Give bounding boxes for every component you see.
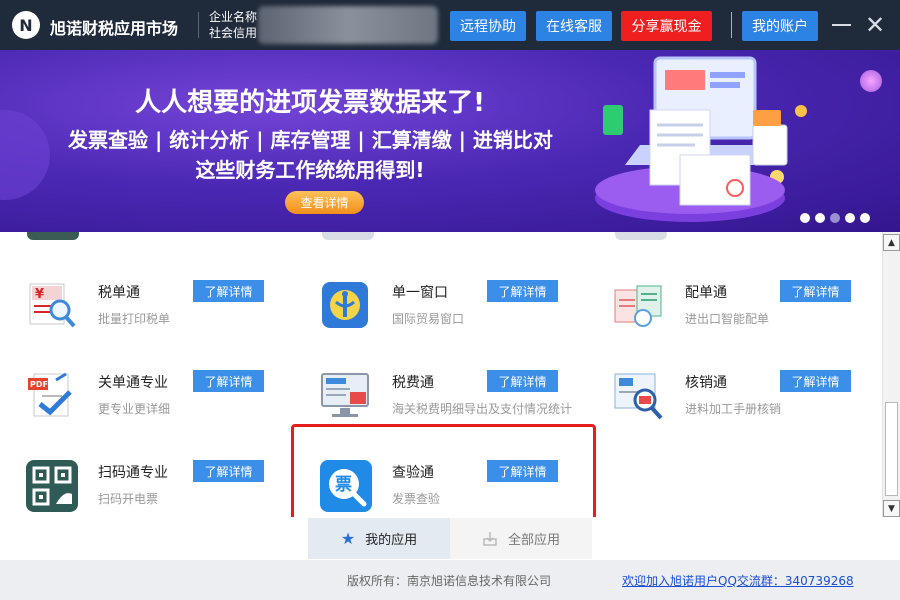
- app-name: 税单通: [98, 285, 140, 301]
- qq-group-link[interactable]: 欢迎加入旭诺用户QQ交流群：340739268: [622, 572, 854, 589]
- share-cash-button[interactable]: 分享赢现金: [621, 11, 712, 41]
- scrolled-row: [0, 232, 882, 242]
- toolbar-divider: [731, 12, 732, 38]
- scrollbar-thumb[interactable]: [885, 402, 898, 496]
- document-matching-icon: [614, 285, 662, 327]
- tab-my-apps[interactable]: ★ 我的应用: [308, 518, 450, 559]
- app-grid-scrollbar[interactable]: ▲ ▼: [882, 232, 900, 517]
- app-icon-partial: [27, 232, 79, 240]
- app-description: 进料加工手册核销: [685, 402, 782, 416]
- app-description: 扫码开电票: [98, 492, 159, 506]
- banner-dot[interactable]: [860, 213, 870, 223]
- copyright-text: 版权所有：南京旭诺信息技术有限公司: [347, 574, 552, 588]
- scroll-up-icon[interactable]: ▲: [883, 234, 900, 251]
- title-bar: N 旭诺财税应用市场 企业名称 社会信用 远程协助 在线客服 分享赢现金 我的账…: [0, 0, 900, 50]
- app-name: 关单通专业: [98, 375, 168, 391]
- app-name: 核销通: [685, 375, 727, 391]
- banner-subline: 这些财务工作统统用得到!: [195, 158, 425, 182]
- remote-assist-button[interactable]: 远程协助: [450, 11, 526, 41]
- app-card[interactable]: 核销通 进料加工手册核销 了解详情: [613, 370, 882, 440]
- app-icon-partial: [615, 232, 667, 240]
- customs-emblem-icon: [322, 282, 368, 328]
- app-card[interactable]: ¥ 税单通 批量打印税单 了解详情: [26, 280, 316, 350]
- learn-more-button[interactable]: 了解详情: [780, 370, 851, 392]
- app-description: 批量打印税单: [98, 312, 171, 326]
- scroll-down-icon[interactable]: ▼: [883, 500, 900, 517]
- app-description: 进出口智能配单: [685, 312, 770, 326]
- online-service-button[interactable]: 在线客服: [536, 11, 612, 41]
- app-card[interactable]: PDF 关单通专业 更专业更详细 了解详情: [26, 370, 316, 440]
- app-name: 单一窗口: [392, 285, 448, 301]
- app-name: 配单通: [685, 285, 727, 301]
- app-description: 国际贸易窗口: [392, 312, 465, 326]
- tax-monitor-icon: [321, 373, 369, 417]
- learn-more-button[interactable]: 了解详情: [193, 280, 264, 302]
- minimize-icon[interactable]: [832, 24, 851, 26]
- footer: 版权所有：南京旭诺信息技术有限公司 欢迎加入旭诺用户QQ交流群：34073926…: [0, 560, 900, 600]
- company-info: 企业名称 社会信用: [209, 9, 257, 41]
- svg-text:¥: ¥: [35, 287, 44, 302]
- app-description: 更专业更详细: [98, 402, 171, 416]
- banner-headline: 人人想要的进项发票数据来了!: [135, 88, 485, 118]
- svg-text:PDF: PDF: [30, 380, 48, 389]
- app-title: 旭诺财税应用市场: [50, 19, 179, 38]
- tab-all-apps[interactable]: 全部应用: [450, 518, 592, 559]
- banner-dot-active[interactable]: [830, 213, 840, 223]
- tab-label: 全部应用: [507, 533, 560, 548]
- learn-more-button[interactable]: 了解详情: [193, 460, 264, 482]
- tab-label: 我的应用: [365, 533, 418, 548]
- app-description: 海关税费明细导出及支付情况统计: [392, 402, 573, 416]
- highlight-box: [291, 424, 596, 523]
- my-account-button[interactable]: 我的账户: [742, 11, 818, 41]
- banner-dot[interactable]: [800, 213, 810, 223]
- tax-receipt-magnifier-icon: ¥: [29, 283, 76, 328]
- promo-banner[interactable]: 人人想要的进项发票数据来了! 发票查验 | 统计分析 | 库存管理 | 汇算清缴…: [0, 50, 900, 232]
- banner-dot[interactable]: [845, 213, 855, 223]
- banner-pagination: [800, 213, 870, 223]
- app-icon-partial: [322, 232, 374, 240]
- verification-magnifier-icon: [614, 373, 663, 420]
- star-icon: ★: [340, 529, 356, 548]
- banner-features: 发票查验 | 统计分析 | 库存管理 | 汇算清缴 | 进销比对: [68, 128, 553, 152]
- app-card[interactable]: 扫码通专业 扫码开电票 了解详情: [26, 460, 316, 517]
- decor-circle: [860, 70, 882, 92]
- view-details-button[interactable]: 查看详情: [285, 191, 364, 214]
- app-name: 扫码通专业: [98, 465, 168, 481]
- app-card[interactable]: 单一窗口 国际贸易窗口 了解详情: [320, 280, 610, 350]
- app-card[interactable]: 配单通 进出口智能配单 了解详情: [613, 280, 882, 350]
- company-name-label: 企业名称: [209, 10, 258, 24]
- title-divider: [198, 12, 199, 38]
- invoice-laptop-illustration: [595, 56, 788, 222]
- close-icon[interactable]: ✕: [862, 13, 888, 39]
- learn-more-button[interactable]: 了解详情: [780, 280, 851, 302]
- credit-code-label: 社会信用: [209, 26, 258, 40]
- banner-dot[interactable]: [815, 213, 825, 223]
- app-logo-icon: N: [12, 11, 40, 39]
- qr-code-icon: [26, 460, 78, 512]
- redacted-company-info: [258, 6, 438, 44]
- learn-more-button[interactable]: 了解详情: [487, 370, 558, 392]
- pdf-checkmark-icon: PDF: [28, 372, 72, 417]
- app-name: 税费通: [392, 375, 434, 391]
- learn-more-button[interactable]: 了解详情: [487, 280, 558, 302]
- download-icon: [483, 531, 497, 546]
- learn-more-button[interactable]: 了解详情: [193, 370, 264, 392]
